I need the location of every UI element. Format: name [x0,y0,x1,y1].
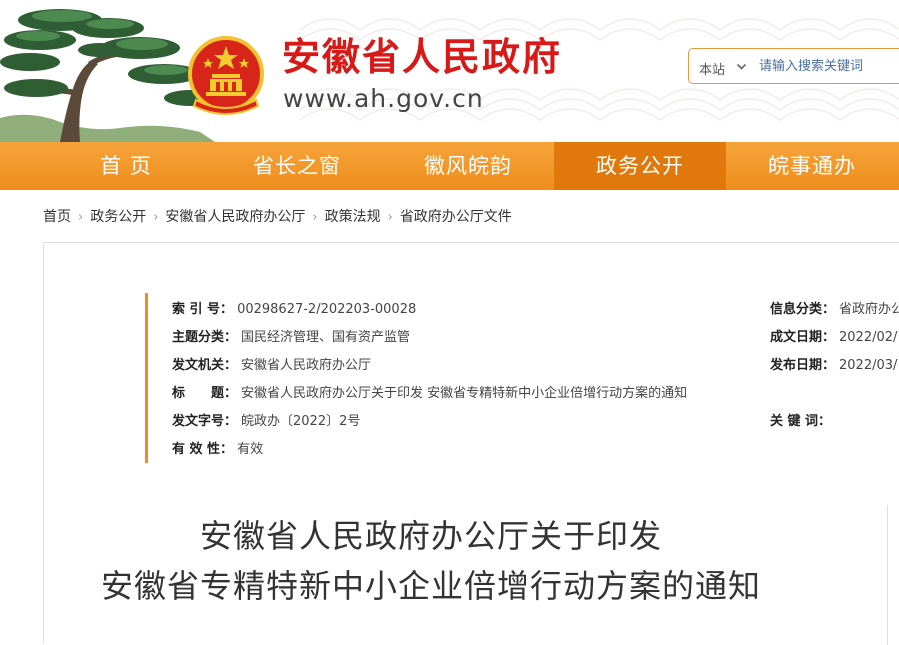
huangshan-pine-illustration [0,9,215,142]
info-row-published-date: 发布日期： 2022/03/ [770,357,897,375]
document-title-line-2: 安徽省专精特新中小企业倍增行动方案的通知 [100,567,761,605]
info-row-category: 信息分类： 省政府办公 [770,301,899,319]
site-header: 安徽省人民政府 www.ah.gov.cn 本站 [0,0,899,142]
info-row-docno: 发文字号： 皖政办〔2022〕2号 [172,413,360,431]
search-input[interactable] [759,56,899,76]
site-title[interactable]: 安徽省人民政府 [282,38,562,76]
info-row-written-date: 成文日期： 2022/02/ [770,329,897,347]
chevron-right-icon: › [312,210,318,225]
written-date-label: 成文日期： [770,330,836,345]
validity-value: 有效 [237,442,264,457]
validity-label: 有 效 性： [172,442,234,457]
search-scope-dropdown[interactable]: 本站 [699,59,725,78]
document-title: 安徽省人民政府办公厅关于印发 安徽省专精特新中小企业倍增行动方案的通知 [44,511,818,611]
published-date-value: 2022/03/ [839,358,898,373]
info-row-index: 索 引 号： 00298627-2/202203-00028 [172,301,416,319]
topic-value: 国民经济管理、国有资产监管 [241,330,411,345]
chevron-down-icon[interactable] [736,61,747,72]
published-date-label: 发布日期： [770,358,836,373]
divider [887,505,888,645]
issuer-label: 发文机关： [172,358,238,373]
topic-label: 主题分类： [172,330,238,345]
breadcrumb-policies[interactable]: 政策法规 [325,209,381,225]
title-value: 安徽省人民政府办公厅关于印发 安徽省专精特新中小企业倍增行动方案的通知 [241,386,688,401]
index-value: 00298627-2/202203-00028 [237,302,417,317]
info-row-validity: 有 效 性： 有效 [172,441,263,459]
chevron-right-icon: › [78,210,84,225]
nav-item-home[interactable]: 首 页 [40,142,212,190]
info-row-title: 标 题： 安徽省人民政府办公厅关于印发 安徽省专精特新中小企业倍增行动方案的通知 [172,385,687,403]
search-box: 本站 [688,48,899,84]
breadcrumb-home[interactable]: 首页 [43,209,71,225]
docno-value: 皖政办〔2022〕2号 [241,414,361,429]
nav-item-government-affairs[interactable]: 政务公开 [554,142,726,190]
title-label: 标 题： [172,386,238,401]
nav-item-governor-window[interactable]: 省长之窗 [211,142,383,190]
written-date-value: 2022/02/ [839,330,898,345]
breadcrumb-office-documents[interactable]: 省政府办公厅文件 [400,209,512,225]
keywords-label: 关 键 词： [770,414,832,429]
nav-item-online-services[interactable]: 皖事通办 [726,142,898,190]
national-emblem-icon [188,36,264,115]
info-row-topic: 主题分类： 国民经济管理、国有资产监管 [172,329,410,347]
breadcrumb: 首页 › 政务公开 › 安徽省人民政府办公厅 › 政策法规 › 省政府办公厅文件 [43,206,512,226]
nav-item-anhui-culture[interactable]: 徽风皖韵 [382,142,554,190]
index-label: 索 引 号： [172,302,234,317]
docno-label: 发文字号： [172,414,238,429]
breadcrumb-government-affairs[interactable]: 政务公开 [90,209,146,225]
info-row-keywords: 关 键 词： [770,413,835,431]
main-nav: 首 页 省长之窗 徽风皖韵 政务公开 皖事通办 [0,142,899,190]
info-row-issuer: 发文机关： 安徽省人民政府办公厅 [172,357,371,375]
site-url[interactable]: www.ah.gov.cn [283,86,484,111]
category-label: 信息分类： [770,302,836,317]
document-info-table: 索 引 号： 00298627-2/202203-00028 主题分类： 国民经济管… [145,293,899,463]
article-panel: 索 引 号： 00298627-2/202203-00028 主题分类： 国民经济管… [43,242,899,645]
category-value: 省政府办公 [839,302,899,317]
chevron-right-icon: › [153,210,159,225]
chevron-right-icon: › [387,210,393,225]
document-title-line-1: 安徽省人民政府办公厅关于印发 [199,517,662,555]
breadcrumb-general-office[interactable]: 安徽省人民政府办公厅 [165,209,305,225]
issuer-value: 安徽省人民政府办公厅 [241,358,372,373]
